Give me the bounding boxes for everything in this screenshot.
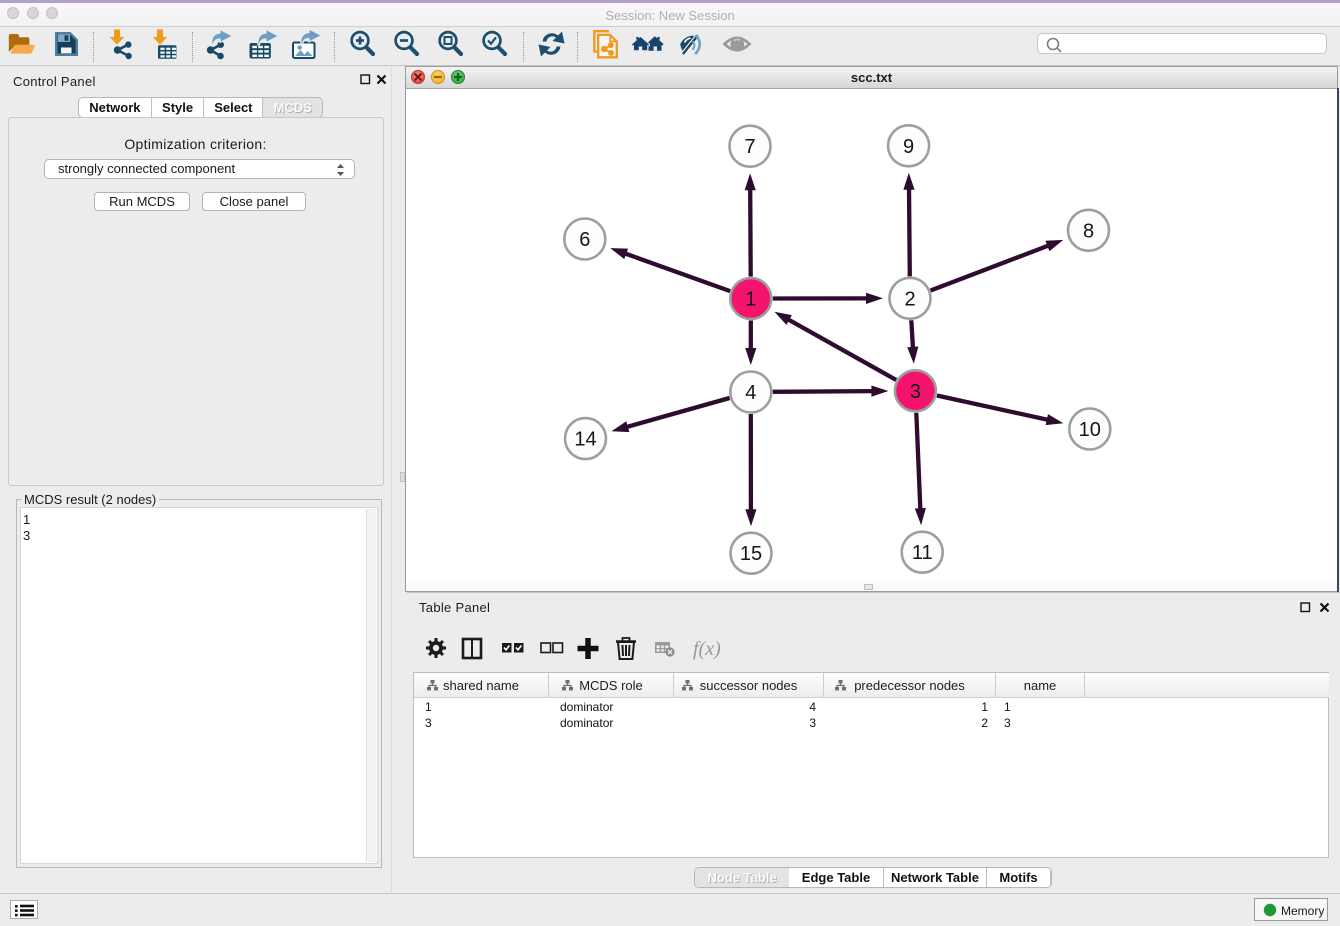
svg-text:f(x): f(x) (693, 638, 721, 660)
svg-text:8: 8 (1083, 220, 1094, 242)
svg-text:1: 1 (745, 289, 756, 311)
svg-text:15: 15 (740, 543, 762, 565)
svg-text:2: 2 (904, 288, 915, 310)
svg-text:3: 3 (910, 381, 921, 403)
svg-text:14: 14 (574, 429, 596, 451)
svg-text:6: 6 (579, 229, 590, 251)
svg-text:7: 7 (744, 136, 755, 158)
svg-text:9: 9 (903, 136, 914, 158)
svg-text:4: 4 (745, 382, 756, 404)
svg-text:11: 11 (912, 542, 933, 564)
svg-text:10: 10 (1079, 419, 1101, 441)
